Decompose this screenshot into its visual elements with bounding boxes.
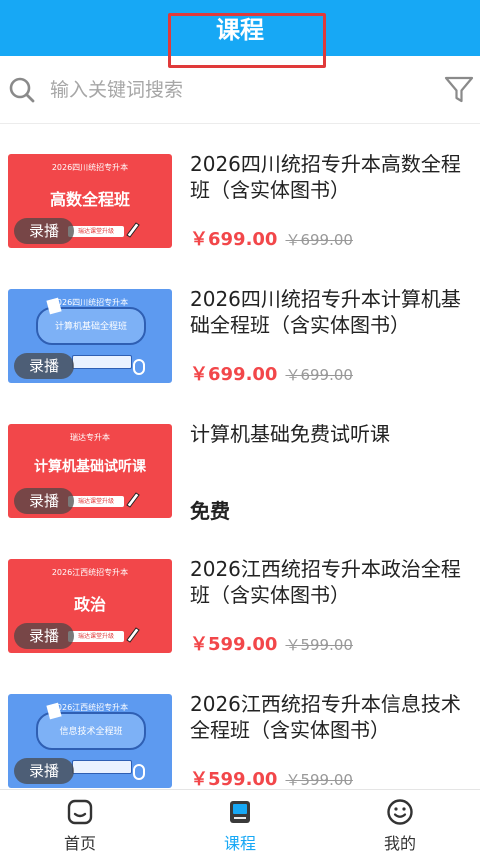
keyboard-graphic (72, 355, 132, 369)
mouse-icon (133, 764, 145, 780)
price-row: ￥699.00 ￥699.00 (190, 360, 353, 386)
thumbnail-main-text: 计算机基础试听课 (34, 459, 146, 475)
course-list: 2026四川统招专升本 高数全程班 瑞达课堂升级 录播 2026四川统招专升本高… (0, 125, 480, 789)
original-price: ￥599.00 (285, 636, 353, 654)
original-price: ￥699.00 (285, 366, 353, 384)
nav-label: 首页 (63, 834, 96, 852)
search-bar (0, 56, 480, 124)
recorded-badge: 录播 (14, 623, 74, 649)
nav-item-courses[interactable]: 课程 (160, 790, 320, 852)
nav-item-home[interactable]: 首页 (0, 790, 160, 852)
thumbnail-top-text: 2026江西统招专升本 (51, 568, 129, 577)
page-title: 课程 (216, 16, 264, 44)
course-title[interactable]: 计算机基础免费试听课 (190, 421, 465, 447)
price-row: ￥699.00 ￥699.00 (190, 225, 353, 251)
course-item[interactable]: 2026四川统招专升本 高数全程班 瑞达课堂升级 录播 2026四川统招专升本高… (0, 125, 480, 260)
search-input[interactable] (50, 70, 430, 110)
course-book-icon (230, 801, 250, 823)
recorded-badge: 录播 (14, 488, 74, 514)
course-thumbnail: 2026江西统招专升本 信息技术全程班 录播 (8, 694, 172, 788)
thumbnail-chip: 瑞达课堂升级 (68, 226, 124, 237)
course-item[interactable]: 2026江西统招专升本 信息技术全程班 录播 2026江西统招专升本信息技术全程… (0, 665, 480, 789)
pen-icon (126, 492, 140, 508)
thumbnail-top-text: 2026四川统招专升本 (51, 163, 129, 172)
free-label: 免费 (190, 499, 230, 523)
course-item[interactable]: 瑞达专升本 计算机基础试听课 瑞达课堂升级 录播 计算机基础免费试听课 免费 (0, 395, 480, 530)
thumbnail-main-text: 计算机基础全程班 (54, 322, 127, 332)
current-price: ￥599.00 (190, 634, 278, 655)
price-row: ￥599.00 ￥599.00 (190, 765, 353, 789)
course-item[interactable]: 2026江西统招专升本 政治 瑞达课堂升级 录播 2026江西统招专升本政治全程… (0, 530, 480, 665)
nav-label: 我的 (383, 834, 416, 852)
pen-icon (126, 222, 140, 238)
mouse-icon (133, 359, 145, 375)
course-title[interactable]: 2026江西统招专升本政治全程班（含实体图书） (190, 556, 465, 608)
bottom-nav: 首页 课程 我的 (0, 789, 480, 852)
price-row: ￥599.00 ￥599.00 (190, 630, 353, 656)
course-thumbnail: 2026四川统招专升本 计算机基础全程班 录播 (8, 289, 172, 383)
keyboard-graphic (72, 760, 132, 774)
thumbnail-main-text: 政治 (73, 595, 106, 614)
pen-icon (126, 627, 140, 643)
original-price: ￥699.00 (285, 231, 353, 249)
original-price: ￥599.00 (285, 771, 353, 789)
thumbnail-main-text: 信息技术全程班 (59, 727, 123, 737)
smiley-profile-icon (387, 799, 413, 825)
recorded-badge: 录播 (14, 758, 74, 784)
home-icon (67, 799, 93, 825)
current-price: ￥699.00 (190, 229, 278, 250)
thumbnail-chip: 瑞达课堂升级 (68, 631, 124, 642)
current-price: ￥599.00 (190, 769, 278, 789)
nav-label: 课程 (223, 834, 256, 852)
course-item[interactable]: 2026四川统招专升本 计算机基础全程班 录播 2026四川统招专升本计算机基础… (0, 260, 480, 395)
nav-item-me[interactable]: 我的 (320, 790, 480, 852)
course-thumbnail: 2026四川统招专升本 高数全程班 瑞达课堂升级 录播 (8, 154, 172, 248)
thumbnail-top-text: 瑞达专升本 (70, 433, 110, 442)
search-icon[interactable] (8, 76, 36, 104)
recorded-badge: 录播 (14, 353, 74, 379)
thumbnail-chip: 瑞达课堂升级 (68, 496, 124, 507)
course-thumbnail: 瑞达专升本 计算机基础试听课 瑞达课堂升级 录播 (8, 424, 172, 518)
course-thumbnail: 2026江西统招专升本 政治 瑞达课堂升级 录播 (8, 559, 172, 653)
course-title[interactable]: 2026四川统招专升本高数全程班（含实体图书） (190, 151, 465, 203)
course-title[interactable]: 2026四川统招专升本计算机基础全程班（含实体图书） (190, 286, 465, 338)
filter-icon[interactable] (443, 74, 475, 106)
top-header: 课程 (0, 0, 480, 56)
recorded-badge: 录播 (14, 218, 74, 244)
course-title[interactable]: 2026江西统招专升本信息技术全程班（含实体图书） (190, 691, 465, 743)
current-price: ￥699.00 (190, 364, 278, 385)
thumbnail-main-text: 高数全程班 (49, 190, 130, 209)
